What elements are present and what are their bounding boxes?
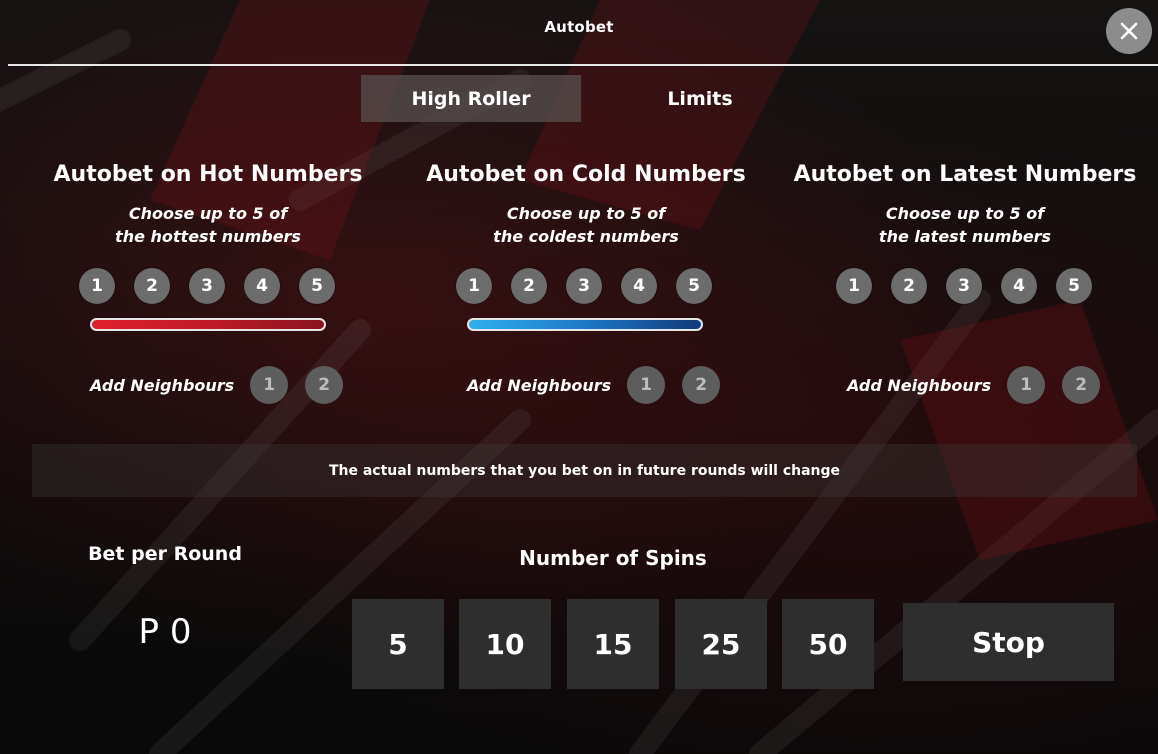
hot-chip-3[interactable]: 3 <box>189 268 225 304</box>
close-button[interactable] <box>1106 8 1152 54</box>
cold-chip-2[interactable]: 2 <box>511 268 547 304</box>
hot-neighbours-label: Add Neighbours <box>90 375 235 395</box>
header-divider <box>8 64 1158 66</box>
latest-chip-5[interactable]: 5 <box>1056 268 1092 304</box>
cold-neighbour-2[interactable]: 2 <box>682 366 721 404</box>
cold-numbers-section: Autobet on Cold Numbers Choose up to 5 o… <box>396 160 776 404</box>
latest-neighbours: Add Neighbours 1 2 <box>847 366 1101 404</box>
hot-chip-5[interactable]: 5 <box>299 268 335 304</box>
latest-chip-2[interactable]: 2 <box>891 268 927 304</box>
cold-chip-5[interactable]: 5 <box>676 268 712 304</box>
hot-neighbour-2[interactable]: 2 <box>305 366 344 404</box>
spins-50-button[interactable]: 50 <box>782 599 874 689</box>
hot-neighbour-1[interactable]: 1 <box>250 366 289 404</box>
cold-numbers-title: Autobet on Cold Numbers <box>426 162 746 187</box>
spins-10-button[interactable]: 10 <box>459 599 551 689</box>
hot-neighbours: Add Neighbours 1 2 <box>90 366 344 404</box>
hot-bar <box>90 318 326 331</box>
hot-number-chips: 1 2 3 4 5 <box>79 268 335 304</box>
spins-25-button[interactable]: 25 <box>675 599 767 689</box>
cold-numbers-subtitle: Choose up to 5 of the coldest numbers <box>493 204 679 246</box>
close-icon <box>1120 22 1138 40</box>
latest-chip-4[interactable]: 4 <box>1001 268 1037 304</box>
bet-per-round-label: Bet per Round <box>88 543 242 565</box>
stop-button[interactable]: Stop <box>903 603 1114 681</box>
latest-number-chips: 1 2 3 4 5 <box>836 268 1092 304</box>
latest-numbers-title: Autobet on Latest Numbers <box>793 162 1137 187</box>
cold-chip-4[interactable]: 4 <box>621 268 657 304</box>
cold-number-chips: 1 2 3 4 5 <box>456 268 712 304</box>
hot-numbers-section: Autobet on Hot Numbers Choose up to 5 of… <box>18 160 398 404</box>
latest-neighbours-label: Add Neighbours <box>847 375 992 395</box>
tab-limits[interactable]: Limits <box>612 75 788 122</box>
hot-numbers-subtitle: Choose up to 5 of the hottest numbers <box>115 204 301 246</box>
future-rounds-notice: The actual numbers that you bet on in fu… <box>32 444 1137 497</box>
cold-bar <box>467 318 703 331</box>
header: Autobet <box>0 0 1158 64</box>
cold-neighbours-label: Add Neighbours <box>467 375 612 395</box>
bet-per-round-value: P 0 <box>138 612 192 652</box>
cold-chip-1[interactable]: 1 <box>456 268 492 304</box>
number-of-spins-label: Number of Spins <box>519 546 707 570</box>
tab-high-roller[interactable]: High Roller <box>361 75 581 122</box>
latest-neighbour-1[interactable]: 1 <box>1007 366 1046 404</box>
cold-neighbour-1[interactable]: 1 <box>627 366 666 404</box>
latest-neighbour-2[interactable]: 2 <box>1062 366 1101 404</box>
spins-5-button[interactable]: 5 <box>352 599 444 689</box>
hot-chip-4[interactable]: 4 <box>244 268 280 304</box>
dialog-title: Autobet <box>544 18 614 36</box>
latest-numbers-section: Autobet on Latest Numbers Choose up to 5… <box>775 160 1155 404</box>
latest-chip-3[interactable]: 3 <box>946 268 982 304</box>
cold-neighbours: Add Neighbours 1 2 <box>467 366 721 404</box>
latest-chip-1[interactable]: 1 <box>836 268 872 304</box>
autobet-screen: Autobet High Roller Limits Autobet on Ho… <box>0 0 1158 754</box>
hot-numbers-title: Autobet on Hot Numbers <box>53 162 363 187</box>
spins-15-button[interactable]: 15 <box>567 599 659 689</box>
hot-chip-1[interactable]: 1 <box>79 268 115 304</box>
cold-chip-3[interactable]: 3 <box>566 268 602 304</box>
hot-chip-2[interactable]: 2 <box>134 268 170 304</box>
latest-numbers-subtitle: Choose up to 5 of the latest numbers <box>878 204 1052 246</box>
